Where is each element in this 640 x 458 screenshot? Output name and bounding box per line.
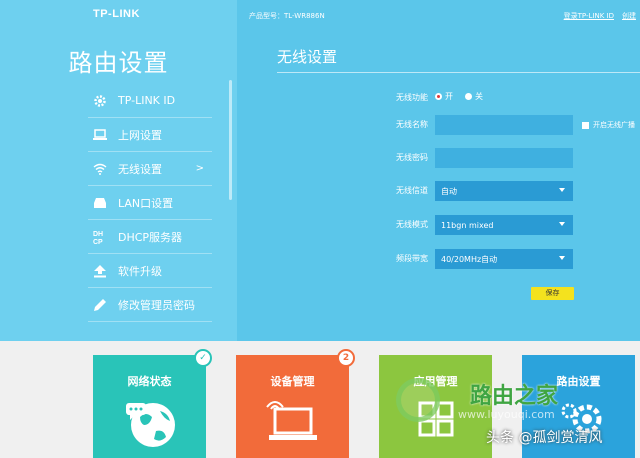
mode-label: 无线模式 — [396, 220, 428, 229]
tile-label: 设备管理 — [270, 375, 315, 388]
top-links: 登录TP-LINK ID 创建 — [556, 11, 636, 21]
sidebar-item-upgrade[interactable]: 软件升级 — [88, 254, 212, 288]
sidebar-item-label: 上网设置 — [118, 128, 162, 142]
title-divider — [277, 72, 640, 73]
sidebar-item-label: 无线设置 — [118, 162, 162, 176]
bandwidth-label: 频段带宽 — [396, 254, 428, 263]
wireless-func-row: 无线功能 开 关 — [237, 88, 640, 108]
sidebar-item-wireless[interactable]: 无线设置 > — [88, 152, 212, 186]
chevron-right-icon: > — [195, 163, 204, 174]
mode-select[interactable]: 11bgn mixed — [435, 215, 573, 235]
bandwidth-row: 频段带宽 40/20MHz自动 — [237, 249, 640, 269]
watermark-credit: 头条 @孤剑赏清风 — [486, 430, 603, 446]
globe-icon — [93, 395, 206, 451]
bandwidth-select[interactable]: 40/20MHz自动 — [435, 249, 573, 269]
watermark-site-url: www.luyouqi.com — [458, 408, 555, 421]
login-tplink-id-link[interactable]: 登录TP-LINK ID — [564, 12, 614, 20]
laptop-icon — [236, 395, 349, 445]
sidebar-item-dhcp[interactable]: DH CP DHCP服务器 — [88, 220, 212, 254]
chevron-down-icon — [559, 188, 565, 192]
tile-label: 网络状态 — [127, 375, 172, 388]
password-row: 无线密码 — [237, 148, 640, 168]
password-label: 无线密码 — [396, 153, 428, 162]
wireless-func-label: 无线功能 — [396, 93, 428, 102]
channel-value: 自动 — [441, 186, 457, 196]
dhcp-icon: DH CP — [92, 229, 108, 245]
sidebar-item-label: 软件升级 — [118, 264, 162, 278]
sidebar: TP-LINK 路由设置 TP-LINK ID 上网设置 无线设置 > LAN口… — [0, 0, 237, 341]
radio-on-label: 开 — [445, 92, 453, 101]
radio-off-label: 关 — [475, 92, 483, 101]
sidebar-item-label: LAN口设置 — [118, 196, 174, 210]
watermark-site-name: 路由之家 — [470, 384, 559, 409]
wifi-icon — [92, 161, 108, 177]
sidebar-scrollbar[interactable] — [229, 80, 232, 200]
channel-row: 无线信道 自动 — [237, 181, 640, 201]
tplink-logo: TP-LINK — [93, 8, 140, 20]
sidebar-item-internet[interactable]: 上网设置 — [88, 118, 212, 152]
broadcast-option: 开启无线广播 — [582, 120, 635, 130]
product-model: 产品型号：TL-WR886N — [249, 12, 325, 20]
sidebar-item-admin-password[interactable]: 修改管理员密码 — [88, 288, 212, 322]
tile-network-status[interactable]: 网络状态 ✓ — [93, 349, 212, 458]
ssid-label: 无线名称 — [396, 120, 428, 129]
chevron-down-icon — [559, 256, 565, 260]
bandwidth-value: 40/20MHz自动 — [441, 254, 498, 264]
laptop-icon — [92, 127, 108, 143]
save-button[interactable]: 保存 — [531, 287, 574, 300]
count-badge: 2 — [337, 349, 355, 367]
sidebar-item-label: 修改管理员密码 — [118, 298, 195, 312]
broadcast-checkbox[interactable] — [582, 121, 589, 129]
channel-label: 无线信道 — [396, 186, 428, 195]
svg-text:DH: DH — [93, 231, 103, 238]
sidebar-menu: TP-LINK ID 上网设置 无线设置 > LAN口设置 DHCP DHCP — [88, 84, 212, 322]
wireless-func-radios: 开 关 — [435, 91, 495, 102]
upload-icon — [92, 263, 108, 279]
pencil-icon — [92, 297, 108, 313]
channel-select[interactable]: 自动 — [435, 181, 573, 201]
sidebar-item-label: TP-LINK ID — [118, 94, 176, 107]
mode-value: 11bgn mixed — [441, 220, 494, 230]
password-input[interactable] — [435, 148, 573, 168]
sidebar-title: 路由设置 — [68, 49, 169, 77]
sidebar-item-tplink-id[interactable]: TP-LINK ID — [88, 84, 212, 118]
main-panel: 产品型号：TL-WR886N 登录TP-LINK ID 创建 无线设置 无线功能 … — [237, 0, 640, 341]
chevron-down-icon — [559, 222, 565, 226]
tile-device-management[interactable]: 设备管理 2 — [236, 349, 355, 458]
mode-row: 无线模式 11bgn mixed — [237, 215, 640, 235]
watermark-logo — [396, 378, 440, 422]
router-icon — [92, 195, 108, 211]
radio-off[interactable] — [465, 93, 472, 100]
ssid-input[interactable] — [435, 115, 573, 135]
gear-icon — [92, 93, 108, 109]
page-title: 无线设置 — [277, 48, 338, 66]
radio-on[interactable] — [435, 93, 442, 100]
sidebar-item-lan[interactable]: LAN口设置 — [88, 186, 212, 220]
svg-text:CP: CP — [93, 239, 103, 245]
create-link[interactable]: 创建 — [622, 12, 636, 20]
broadcast-label: 开启无线广播 — [593, 121, 635, 129]
sidebar-item-label: DHCP服务器 — [118, 230, 183, 244]
ssid-row: 无线名称 开启无线广播 — [237, 115, 640, 135]
check-badge: ✓ — [194, 349, 212, 367]
